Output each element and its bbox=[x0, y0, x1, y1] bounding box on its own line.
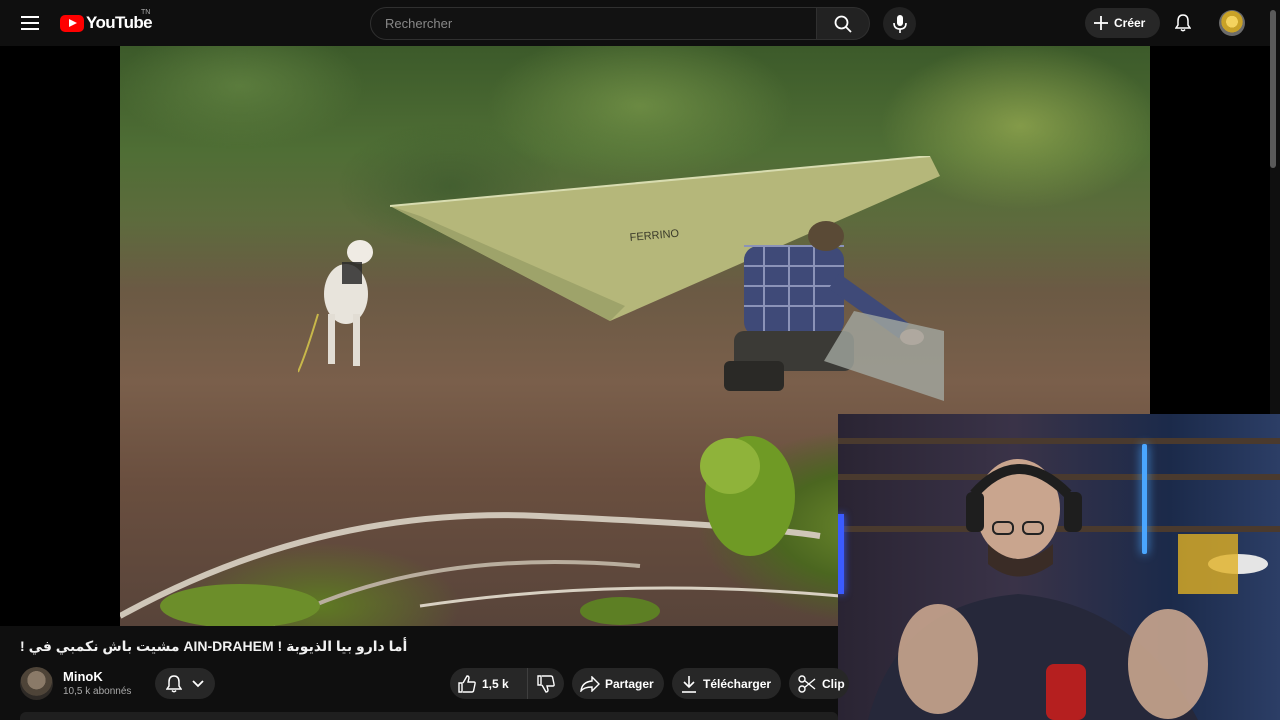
like-dislike-group: 1,5 k bbox=[450, 668, 564, 699]
youtube-logo[interactable]: YouTube TN bbox=[60, 9, 153, 34]
bell-icon bbox=[1175, 14, 1191, 32]
subscriber-count: 10,5 k abonnés bbox=[63, 686, 132, 697]
person-kneeling bbox=[724, 221, 944, 401]
description-box-edge[interactable] bbox=[20, 712, 838, 720]
region-badge: TN bbox=[141, 9, 151, 16]
channel-avatar[interactable] bbox=[20, 666, 53, 700]
bell-icon bbox=[166, 674, 182, 692]
search-input[interactable] bbox=[370, 7, 817, 40]
video-title: ! مشيت باش نكمبي في AIN-DRAHEM ! أما دار… bbox=[20, 638, 408, 654]
like-count: 1,5 k bbox=[482, 676, 509, 691]
search-button[interactable] bbox=[817, 7, 870, 40]
streamer bbox=[868, 459, 1268, 720]
logo-wordmark: YouTube bbox=[86, 13, 153, 32]
share-button[interactable]: Partager bbox=[572, 668, 664, 699]
clip-button[interactable]: Clip bbox=[789, 668, 849, 699]
video-actions: 1,5 k Partager Télécharger Clip bbox=[450, 668, 849, 699]
voice-search-button[interactable] bbox=[883, 7, 916, 40]
search-bar bbox=[370, 7, 870, 40]
download-label: Télécharger bbox=[703, 676, 772, 691]
thumb-down-icon bbox=[537, 674, 555, 693]
channel-info[interactable]: MinoK 10,5 k abonnés bbox=[20, 666, 131, 700]
create-label: Créer bbox=[1114, 16, 1146, 30]
like-button[interactable]: 1,5 k bbox=[450, 668, 528, 699]
dislike-button[interactable] bbox=[528, 674, 564, 693]
chevron-down-icon bbox=[192, 679, 204, 687]
webcam-overlay bbox=[838, 414, 1280, 720]
subscription-bell-button[interactable] bbox=[155, 668, 215, 699]
page-scrollbar[interactable] bbox=[1270, 10, 1276, 168]
channel-meta: MinoK 10,5 k abonnés bbox=[63, 669, 131, 697]
top-bar: YouTube TN Créer bbox=[0, 0, 1280, 46]
share-icon bbox=[580, 675, 600, 692]
thumb-up-icon bbox=[458, 674, 476, 693]
notifications-button[interactable] bbox=[1168, 8, 1198, 38]
scissors-icon bbox=[798, 674, 816, 693]
download-button[interactable]: Télécharger bbox=[672, 668, 781, 699]
search-icon bbox=[834, 15, 852, 33]
dog bbox=[298, 240, 373, 373]
create-button[interactable]: Créer bbox=[1085, 8, 1160, 38]
channel-name[interactable]: MinoK bbox=[63, 669, 131, 684]
menu-button[interactable] bbox=[14, 7, 46, 39]
menu-icon bbox=[21, 16, 39, 30]
clip-label: Clip bbox=[822, 676, 845, 691]
youtube-logo-icon bbox=[60, 14, 84, 32]
mic-icon bbox=[892, 14, 907, 33]
plus-icon bbox=[1094, 16, 1108, 30]
account-avatar[interactable] bbox=[1219, 10, 1245, 36]
download-icon bbox=[682, 675, 696, 693]
share-label: Partager bbox=[605, 676, 654, 691]
